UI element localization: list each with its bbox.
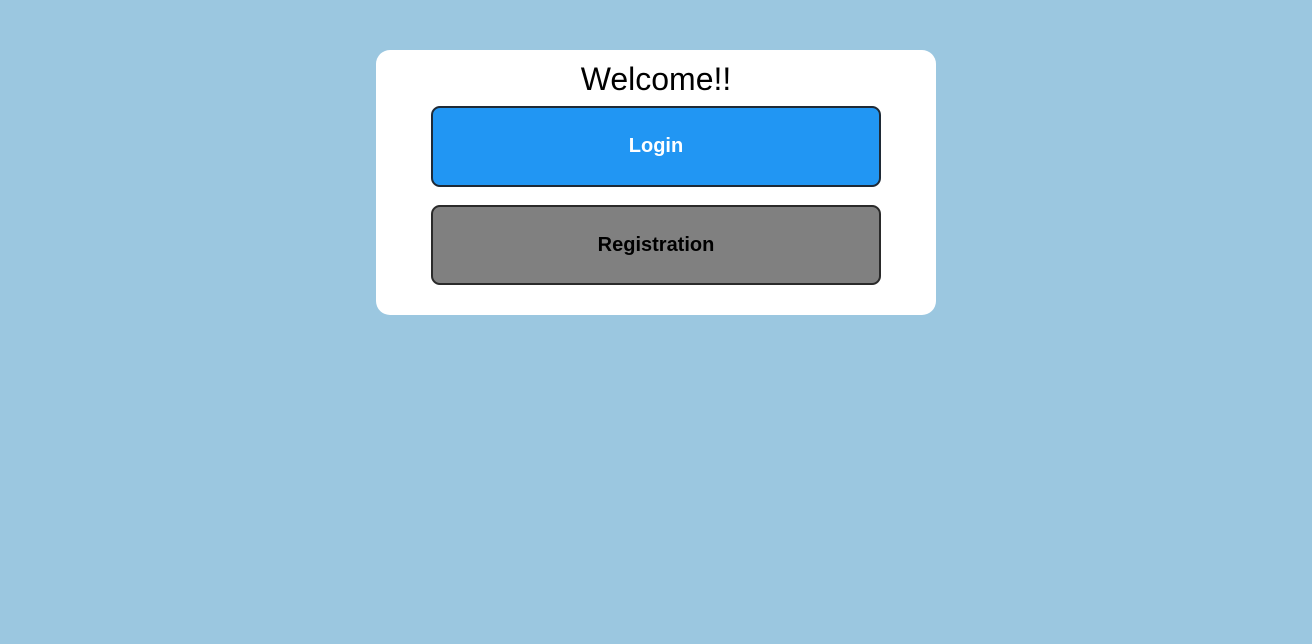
registration-button-label: Registration (597, 233, 715, 256)
login-button-label: Login (628, 135, 684, 157)
login-button[interactable]: Login (431, 106, 881, 187)
welcome-title: Welcome!! (580, 61, 732, 97)
welcome-card: Welcome!! Login Registration (376, 50, 936, 315)
registration-button[interactable]: Registration (431, 205, 881, 285)
